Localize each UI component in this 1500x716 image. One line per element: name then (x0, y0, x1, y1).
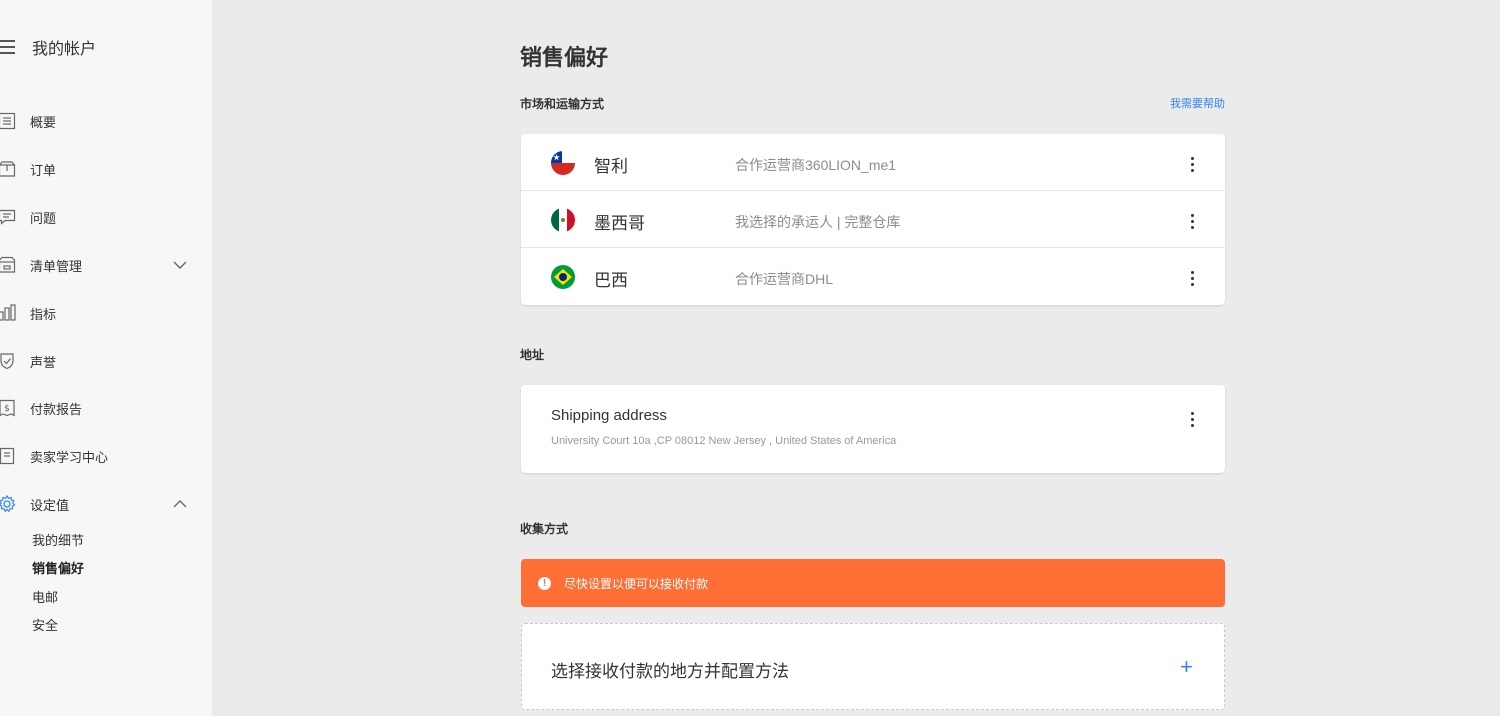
section-title-address: 地址 (520, 348, 545, 362)
svg-text:$: $ (4, 404, 10, 414)
market-row-brazil[interactable]: 巴西 合作运营商DHL (521, 248, 1225, 305)
address-card[interactable]: Shipping address University Court 10a ,C… (521, 385, 1225, 473)
sidebar-item-orders[interactable]: 订单 (0, 156, 212, 182)
sidebar-item-summary[interactable]: 概要 (0, 108, 212, 134)
market-row-chile[interactable]: 智利 合作运营商360LION_me1 (521, 134, 1225, 191)
settings-icon (0, 495, 16, 513)
mexico-flag-icon (551, 208, 575, 232)
market-country: 智利 (594, 157, 628, 176)
sidebar-item-metrics[interactable]: 指标 (0, 300, 212, 326)
sidebar-item-label: 概要 (30, 114, 57, 130)
sidebar-item-questions[interactable]: 问题 (0, 204, 212, 230)
market-row-mexico[interactable]: 墨西哥 我选择的承运人 | 完整仓库 (521, 191, 1225, 248)
market-carrier: 合作运营商DHL (735, 271, 834, 287)
alert-text: 尽快设置以便可以接收付款 (564, 576, 709, 591)
reputation-icon (0, 352, 16, 370)
sidebar-item-learning-center[interactable]: 卖家学习中心 (0, 443, 212, 469)
settings-sub-security[interactable]: 安全 (32, 617, 58, 635)
sidebar-item-label: 问题 (30, 210, 57, 226)
chevron-up-icon[interactable] (172, 497, 188, 511)
address-line: University Court 10a ,CP 08012 New Jerse… (551, 435, 897, 447)
learning-center-icon (0, 447, 16, 465)
brazil-flag-icon (551, 265, 575, 289)
chile-flag-icon (551, 151, 575, 175)
orders-icon (0, 160, 16, 178)
summary-icon (0, 112, 16, 130)
sidebar-item-label: 设定值 (30, 497, 70, 513)
payment-prompt: 选择接收付款的地方并配置方法 (551, 662, 789, 681)
configure-payment-card[interactable]: 选择接收付款的地方并配置方法 + (521, 623, 1225, 710)
hamburger-menu-icon[interactable] (0, 36, 16, 58)
listings-icon (0, 256, 16, 274)
market-country: 墨西哥 (594, 214, 645, 233)
settings-sub-email[interactable]: 电邮 (32, 589, 58, 607)
section-title-collection: 收集方式 (520, 522, 569, 536)
address-title: Shipping address (551, 407, 667, 424)
section-title-markets: 市场和运输方式 (520, 97, 605, 111)
sidebar: 我的帐户 概要 订单 问题 清单管理 指标 声誉 $ 付款报告 卖家学习中心 设… (0, 0, 212, 716)
sidebar-item-label: 卖家学习中心 (30, 449, 109, 465)
more-options-icon[interactable] (1185, 409, 1199, 429)
payment-report-icon: $ (0, 399, 16, 417)
sidebar-item-payment-report[interactable]: $ 付款报告 (0, 395, 212, 421)
sidebar-item-settings[interactable]: 设定值 (0, 491, 212, 517)
sidebar-item-listings[interactable]: 清单管理 (0, 252, 212, 278)
more-options-icon[interactable] (1185, 211, 1199, 231)
more-options-icon[interactable] (1185, 154, 1199, 174)
plus-icon[interactable]: + (1180, 654, 1193, 680)
questions-icon (0, 208, 16, 226)
market-carrier: 合作运营商360LION_me1 (735, 157, 897, 173)
sidebar-item-label: 订单 (30, 162, 57, 178)
metrics-icon (0, 304, 16, 322)
sidebar-item-reputation[interactable]: 声誉 (0, 348, 212, 374)
more-options-icon[interactable] (1185, 268, 1199, 288)
sidebar-header: 我的帐户 (0, 36, 96, 58)
sidebar-item-label: 声誉 (30, 354, 57, 370)
markets-card: 智利 合作运营商360LION_me1 墨西哥 我选择的承运人 | 完整仓库 巴… (521, 134, 1225, 305)
sidebar-item-label: 付款报告 (30, 401, 83, 417)
payment-alert: ! 尽快设置以便可以接收付款 (521, 559, 1225, 607)
settings-sub-my-details[interactable]: 我的细节 (32, 532, 84, 550)
market-country: 巴西 (594, 271, 628, 290)
market-carrier: 我选择的承运人 | 完整仓库 (735, 214, 901, 230)
sidebar-item-label: 指标 (30, 306, 57, 322)
alert-icon: ! (538, 576, 551, 590)
sidebar-title: 我的帐户 (32, 41, 97, 58)
settings-sub-sales-preferences[interactable]: 销售偏好 (32, 560, 84, 578)
page-title: 销售偏好 (520, 45, 609, 70)
chevron-down-icon[interactable] (172, 258, 188, 272)
sidebar-item-label: 清单管理 (30, 258, 83, 274)
help-link[interactable]: 我需要帮助 (1170, 95, 1225, 111)
